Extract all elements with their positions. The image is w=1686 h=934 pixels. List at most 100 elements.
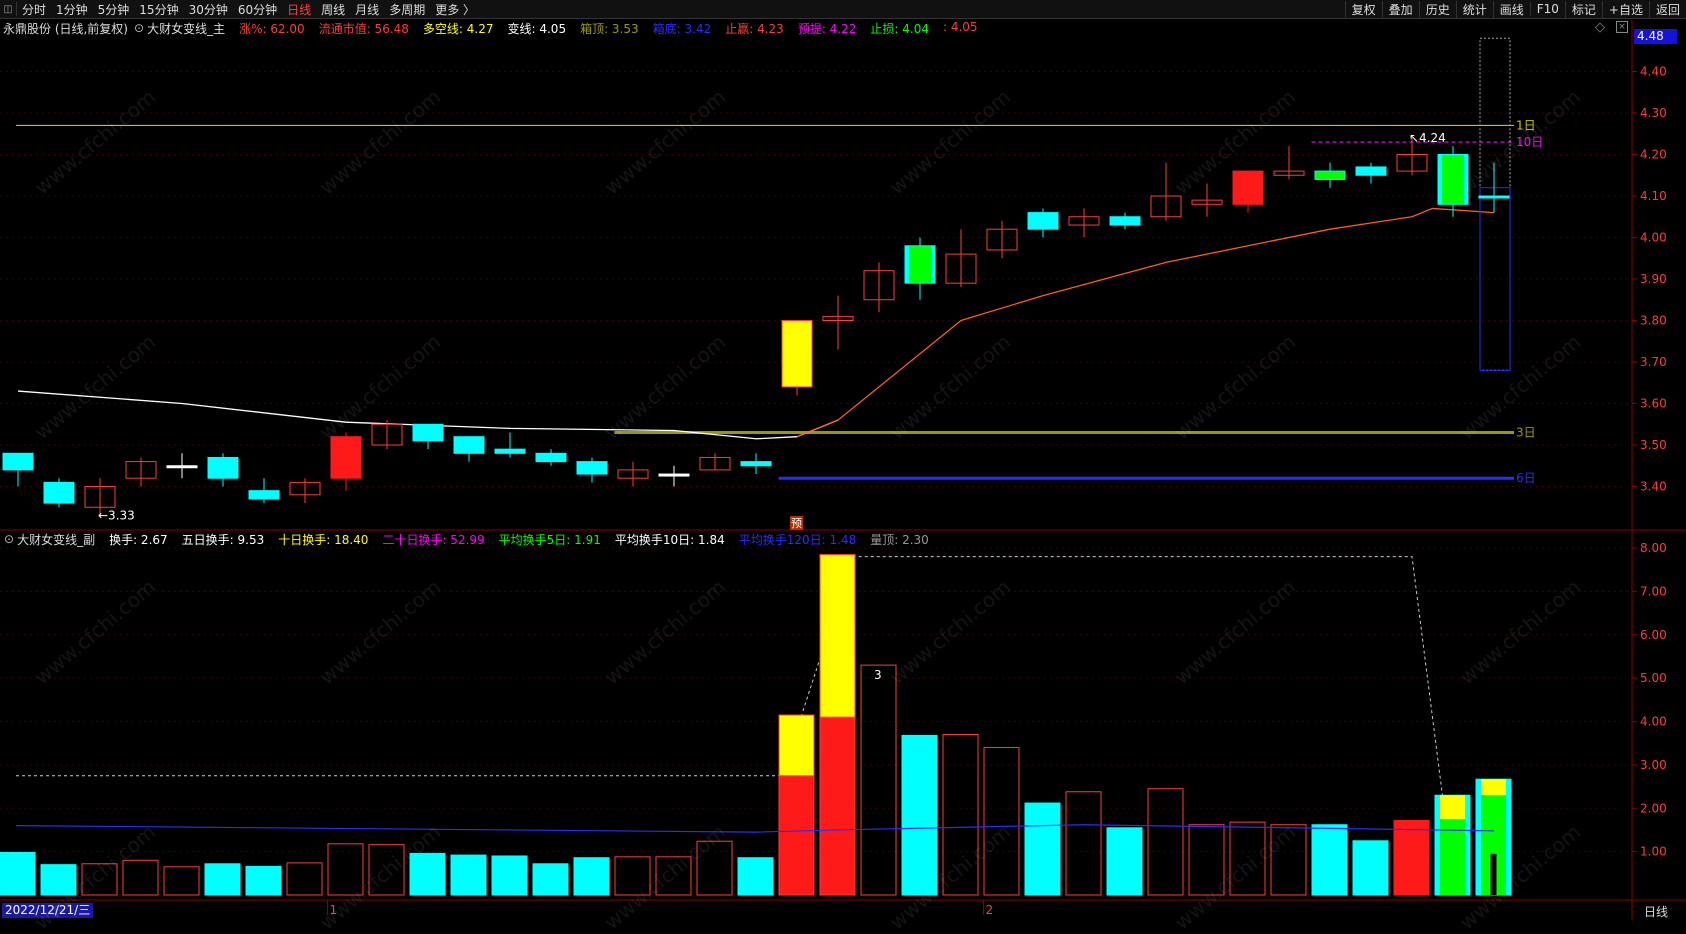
- price-tick-label: 3.70: [1640, 355, 1667, 369]
- current-price-badge: 4.48: [1634, 29, 1677, 44]
- candle-body: [740, 461, 772, 467]
- volume-bar: [860, 664, 897, 896]
- candle-body: [2, 452, 34, 471]
- volume-bar: [942, 734, 979, 896]
- volume-tick-label: 2.00: [1640, 801, 1667, 815]
- candle-body: [535, 452, 567, 463]
- sub-indicator-value-1: 五日换手: 9.53: [181, 532, 265, 547]
- close-panel-icon[interactable]: ×: [1616, 21, 1628, 33]
- volume-bar: [901, 734, 938, 896]
- volume-ma-line: [15, 824, 1495, 833]
- month-label: 1: [330, 903, 338, 917]
- volume-bar: [409, 852, 446, 896]
- low-price-label: ←3.33: [98, 509, 135, 523]
- volume-bar: [1229, 821, 1266, 896]
- main-indicator-value-8: 止损: 4.04: [870, 21, 929, 36]
- volume-bar: [696, 840, 733, 896]
- volume-bar: [81, 863, 118, 896]
- sub-indicator-value-0: 换手: 2.67: [109, 532, 168, 547]
- volume-bar: [1188, 824, 1225, 896]
- candle-edge: [905, 245, 909, 284]
- candle-edge: [1464, 154, 1468, 205]
- candle-body: [248, 490, 280, 500]
- main-indicator-value-6: 止赢: 4.23: [725, 21, 784, 36]
- indicator-toggle-icon[interactable]: ⊙: [134, 21, 144, 35]
- sub-indicator-name[interactable]: 大财女变线_副: [17, 531, 95, 548]
- volume-bar-marker: [1490, 853, 1497, 895]
- sub-info-line: ⊙ 大财女变线_副 换手: 2.67 五日换手: 9.53 十日换手: 18.40 二…: [0, 531, 941, 547]
- main-indicator-value-0: 涨%: 62.00: [239, 21, 305, 36]
- main-indicator-value-1: 流通市值: 56.48: [318, 21, 409, 36]
- candle-body: [1232, 170, 1264, 205]
- main-info-line: 永鼎股份 (日线,前复权) ⊙ 大财女变线_主 涨%: 62.00 流通市值: 5…: [0, 20, 990, 36]
- candle-body: [494, 448, 526, 454]
- settings-diamond-icon[interactable]: ◇: [1595, 20, 1605, 35]
- volume-dashed-line: [16, 556, 1444, 800]
- level-line-label-1: 10日: [1516, 135, 1543, 149]
- indicator-toggle-icon-sub[interactable]: ⊙: [4, 532, 14, 546]
- main-indicator-value-5: 箱底: 3.42: [652, 21, 712, 36]
- volume-tick-label: 3.00: [1640, 758, 1667, 772]
- high-price-label: ↖4.24: [1409, 131, 1446, 145]
- candle-body: [330, 436, 362, 479]
- price-tick-label: 4.30: [1640, 106, 1667, 120]
- volume-bar-top: [1440, 795, 1465, 820]
- level-line-label-2: 3日: [1516, 426, 1536, 440]
- volume-bar-bottom: [778, 775, 815, 896]
- volume-bar: [1065, 791, 1102, 896]
- volume-bar: [1311, 824, 1348, 896]
- candle-body: [576, 461, 608, 475]
- price-tick-label: 3.90: [1640, 272, 1667, 286]
- candle-body: [1027, 212, 1059, 230]
- candle-edge: [931, 245, 935, 284]
- volume-bar: [1393, 819, 1430, 896]
- volume-tick-label: 1.00: [1640, 845, 1667, 859]
- sub-indicator-value-3: 二十日换手: 52.99: [382, 532, 485, 547]
- volume-bar: [40, 864, 77, 896]
- volume-bar: [1106, 827, 1143, 896]
- volume-bar: [491, 855, 528, 896]
- candle-body: [412, 423, 444, 442]
- pre-mark-label: 预: [791, 517, 802, 530]
- volume-bar: [737, 857, 774, 896]
- sub-indicator-value-2: 十日换手: 18.40: [278, 532, 369, 547]
- candle-body: [207, 456, 239, 479]
- candle-body: [43, 481, 75, 504]
- volume-tick-label: 6.00: [1640, 628, 1667, 642]
- volume-bar: [204, 863, 241, 896]
- price-tick-label: 3.40: [1640, 480, 1667, 494]
- volume-bar: [327, 843, 364, 896]
- volume-bar: [1352, 840, 1389, 896]
- price-tick-label: 4.00: [1640, 231, 1667, 245]
- stock-name[interactable]: 永鼎股份 (日线,前复权): [3, 20, 128, 37]
- price-tick-label: 3.50: [1640, 438, 1667, 452]
- sub-indicator-value-4: 平均换手5日: 1.91: [498, 532, 601, 547]
- period-label: 日线: [1644, 905, 1669, 919]
- candle-body: [1478, 195, 1510, 199]
- level-line-label-3: 6日: [1516, 471, 1536, 485]
- sub-indicator-values: 换手: 2.67 五日换手: 9.53 十日换手: 18.40 二十日换手: 52.9…: [101, 531, 935, 548]
- sub-indicator-value-7: 量顶: 2.30: [870, 532, 929, 547]
- candle-body: [1314, 170, 1346, 180]
- volume-bar: [122, 859, 159, 896]
- sub-indicator-value-6: 平均换手120日: 1.48: [738, 532, 857, 547]
- candle-body: [658, 473, 690, 477]
- candle-body: [781, 320, 813, 388]
- volume-mark-label: 3: [874, 668, 882, 682]
- moving-average-red: [796, 207, 1495, 438]
- price-tick-label: 3.80: [1640, 314, 1667, 328]
- candle-body: [904, 245, 936, 284]
- main-indicator-value-7: 预提: 4.22: [797, 21, 857, 36]
- sub-indicator-value-5: 平均换手10日: 1.84: [614, 532, 725, 547]
- stock-chart[interactable]: 4.40 4.30 4.20 4.10 4.00 3.90 3.80 3.70 3.60 3.50…: [0, 0, 1686, 920]
- volume-bar: [450, 854, 487, 896]
- month-label: 2: [986, 903, 994, 917]
- candle-body: [166, 465, 198, 469]
- volume-tick-label: 7.00: [1640, 584, 1667, 598]
- main-indicator-name[interactable]: 大财女变线_主: [147, 20, 225, 37]
- main-indicator-value-2: 多空线: 4.27: [422, 21, 494, 36]
- volume-tick-label: 5.00: [1640, 671, 1667, 685]
- candle-body: [1437, 154, 1469, 205]
- start-date: 2022/12/21/三: [2, 903, 94, 918]
- volume-bar-bottom: [819, 716, 856, 896]
